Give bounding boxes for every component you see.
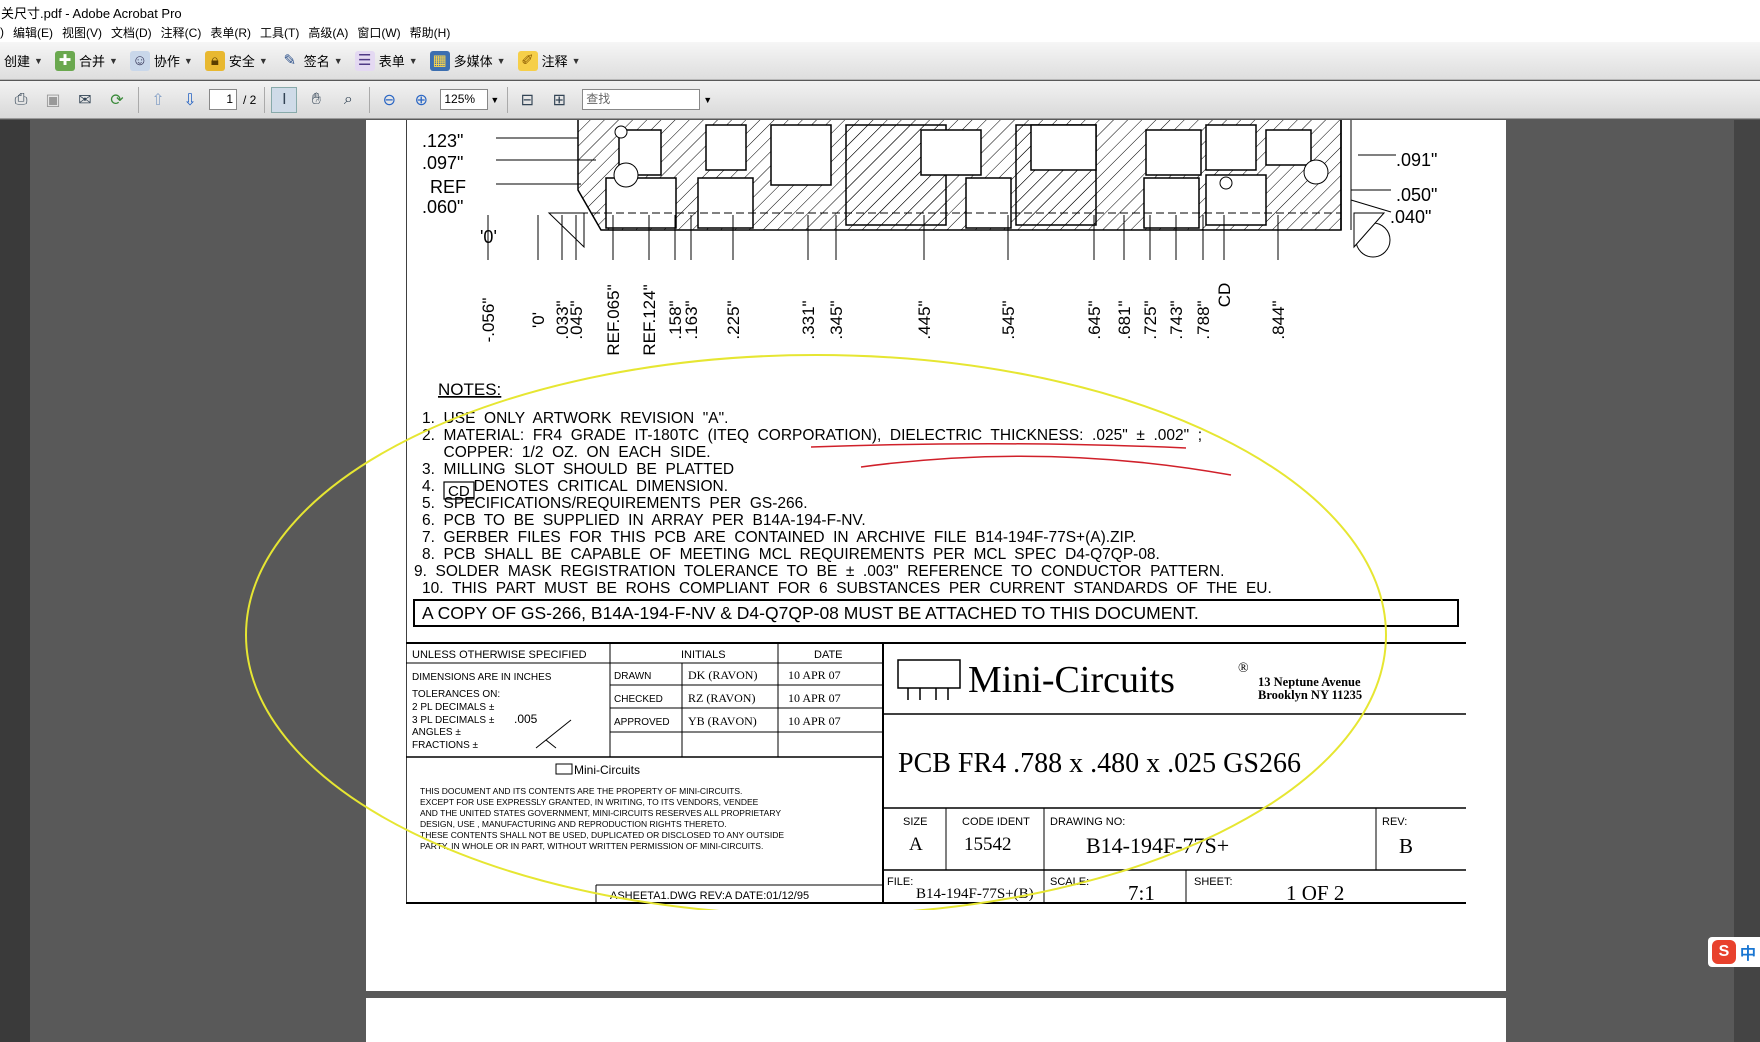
combine-icon: ✚ — [54, 50, 75, 71]
share-icon[interactable]: ⟳ — [104, 87, 130, 113]
task-toolbar: 创建 ▼ ✚ 合并 ▼ ☺ 协作 ▼ 🔒︎ 安全 ▼ ✎ 签名 ▼ ☰ 表单 ▼ ▦ 多媒体 ▼ ✐ 注释 ▼ — [0, 42, 1760, 80]
menu-window[interactable]: 窗口(W) — [357, 24, 400, 41]
page-number-input[interactable]: 1 — [209, 89, 237, 110]
collaborate-button[interactable]: ☺ 协作 ▼ — [124, 46, 199, 76]
navigation-panel-bar[interactable] — [0, 120, 30, 1042]
dropdown-arrow-icon: ▼ — [333, 55, 343, 66]
comment-button[interactable]: ✐ 注释 ▼ — [512, 46, 587, 76]
email-icon[interactable]: ✉ — [72, 87, 98, 113]
menu-bar: ) 编辑(E) 视图(V) 文档(D) 注释(C) 表单(R) 工具(T) 高级… — [0, 22, 1760, 42]
comment-icon: ✐ — [517, 50, 538, 71]
menu-advanced[interactable]: 高级(A) — [308, 24, 348, 41]
create-button[interactable]: 创建 ▼ — [0, 46, 49, 76]
zoom-out-icon[interactable]: ⊖ — [376, 87, 402, 113]
menu-file[interactable]: ) — [0, 25, 4, 39]
collaborate-icon: ☺ — [129, 50, 150, 71]
hand-tool-icon[interactable]: ✋︎ — [303, 87, 329, 113]
combine-button[interactable]: ✚ 合并 ▼ — [49, 46, 124, 76]
pen-icon: ✎ — [283, 51, 297, 69]
dropdown-arrow-icon: ▼ — [183, 55, 193, 66]
dim-right-1: .050" — [1396, 185, 1437, 205]
sign-label: 签名 — [303, 54, 330, 69]
forms-button[interactable]: ☰ 表单 ▼ — [349, 46, 424, 76]
page-total: / 2 — [243, 92, 257, 107]
secure-button[interactable]: 🔒︎ 安全 ▼ — [199, 46, 274, 76]
dropdown-arrow-icon: ▼ — [108, 55, 118, 66]
toolbar-divider — [138, 86, 139, 113]
toolbar-divider — [507, 86, 509, 113]
fit-width-icon[interactable]: ⊞ — [546, 87, 572, 113]
multimedia-button[interactable]: ▦ 多媒体 ▼ — [424, 46, 512, 76]
menu-comments[interactable]: 注释(C) — [161, 24, 202, 41]
zoom-tool-icon[interactable]: ⌕ — [335, 87, 361, 113]
pdf-page-2 — [366, 998, 1506, 1042]
sign-button[interactable]: ✎ 签名 ▼ — [274, 46, 349, 76]
menu-tools[interactable]: 工具(T) — [260, 24, 299, 41]
window-title: 关尺寸.pdf - Adobe Acrobat Pro — [0, 0, 1760, 22]
zoom-in-icon[interactable]: ⊕ — [408, 87, 434, 113]
menu-document[interactable]: 文档(D) — [111, 24, 152, 41]
collaborate-label: 协作 — [153, 54, 180, 69]
next-page-icon[interactable]: ⇩ — [177, 87, 203, 113]
create-label: 创建 — [4, 54, 31, 69]
toolbar-divider — [369, 86, 371, 113]
menu-view[interactable]: 视图(V) — [62, 24, 102, 41]
dim-left-3: .060" — [422, 197, 463, 217]
pdf-page-1: .123" .097" REF .060" '0' .091" .050" .0… — [245, 120, 1506, 991]
right-panel-bar — [1734, 120, 1760, 1042]
multimedia-icon: ▦ — [429, 50, 450, 71]
fit-page-icon[interactable]: ⊟ — [514, 87, 540, 113]
menu-forms[interactable]: 表单(R) — [210, 24, 251, 41]
navigation-toolbar: ⎙ ▣ ✉ ⟳ ⇧ ⇩ 1 / 2 I ✋︎ ⌕ ⊖ ⊕ 125% ▼ ⊟ ⊞ … — [0, 81, 1760, 119]
dim-right-2: .040" — [1390, 207, 1431, 227]
document-viewport[interactable]: .123" .097" REF .060" '0' .091" .050" .0… — [0, 120, 1760, 1042]
find-dropdown-arrow-icon[interactable]: ▼ — [703, 95, 712, 105]
zoom-level-input[interactable]: 125% — [440, 89, 489, 110]
combine-label: 合并 — [78, 54, 105, 69]
dim-left-1: .097" — [422, 153, 463, 173]
form-icon: ☰ — [354, 50, 375, 71]
menu-help[interactable]: 帮助(H) — [410, 24, 451, 41]
rev-value: B — [1399, 834, 1413, 858]
dim-left-0: .123" — [422, 131, 463, 151]
ime-indicator[interactable]: S中 — [1708, 937, 1760, 967]
yellow-ellipse-annotation — [245, 354, 1387, 910]
select-tool-icon[interactable]: I — [271, 86, 298, 113]
dropdown-arrow-icon: ▼ — [258, 55, 268, 66]
zoom-dropdown-arrow-icon[interactable]: ▼ — [490, 95, 499, 105]
lock-icon: 🔒︎ — [204, 50, 225, 71]
dim-left-2: REF — [430, 177, 466, 197]
secure-label: 安全 — [228, 54, 255, 69]
comment-label: 注释 — [541, 54, 568, 69]
dropdown-arrow-icon: ▼ — [571, 55, 581, 66]
find-input[interactable]: 查找 — [582, 89, 701, 110]
multimedia-label: 多媒体 — [453, 54, 493, 69]
dim-right-0: .091" — [1396, 150, 1437, 170]
dropdown-arrow-icon: ▼ — [34, 55, 43, 66]
sogou-icon: S — [1712, 940, 1736, 964]
toolbar-divider — [264, 86, 266, 113]
ime-mode: 中 — [1740, 946, 1757, 963]
menu-edit[interactable]: 编辑(E) — [13, 24, 53, 41]
dim-bottom-18: CD — [1215, 283, 1234, 308]
dropdown-arrow-icon: ▼ — [408, 55, 418, 66]
print-icon[interactable]: ⎙ — [8, 87, 34, 113]
forms-label: 表单 — [378, 54, 405, 69]
save-icon[interactable]: ▣ — [40, 87, 66, 113]
dropdown-arrow-icon: ▼ — [496, 55, 506, 66]
previous-page-icon[interactable]: ⇧ — [145, 87, 171, 113]
